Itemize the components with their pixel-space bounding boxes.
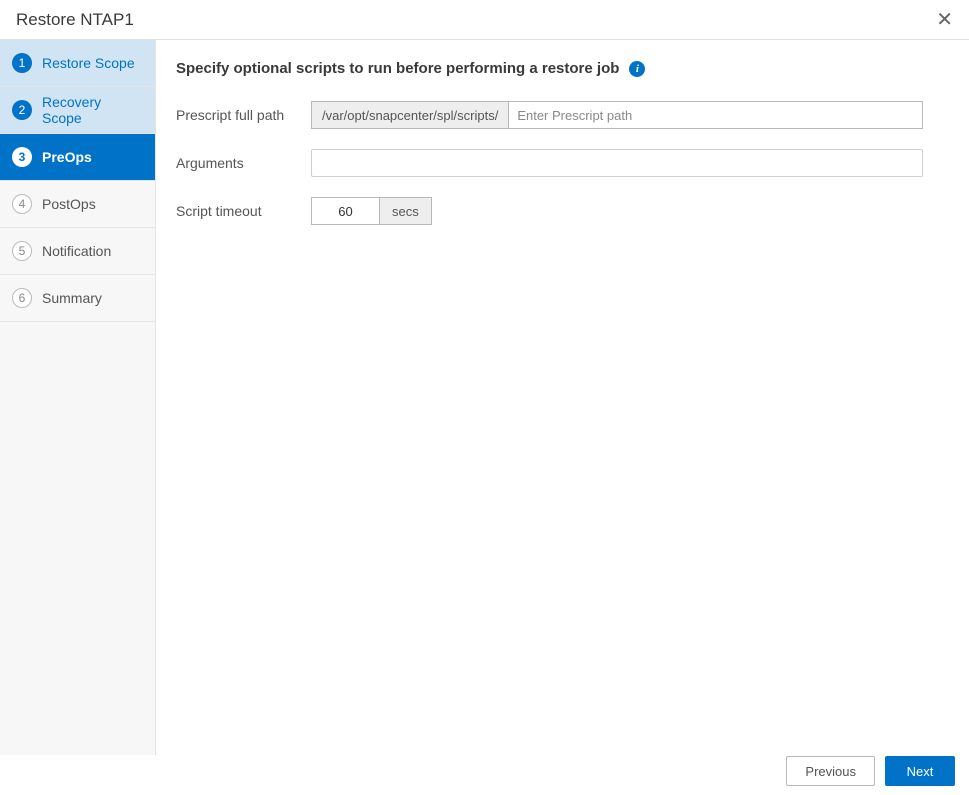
- step-label: PostOps: [42, 196, 96, 212]
- prescript-row: Prescript full path /var/opt/snapcenter/…: [176, 101, 923, 129]
- prescript-path-input[interactable]: [508, 101, 923, 129]
- step-restore-scope[interactable]: 1 Restore Scope: [0, 40, 155, 87]
- arguments-input[interactable]: [311, 149, 923, 177]
- step-preops[interactable]: 3 PreOps: [0, 134, 155, 181]
- dialog-body: 1 Restore Scope 2 Recovery Scope 3 PreOp…: [0, 40, 969, 755]
- wizard-sidebar: 1 Restore Scope 2 Recovery Scope 3 PreOp…: [0, 40, 156, 755]
- step-summary[interactable]: 6 Summary: [0, 275, 155, 322]
- prescript-label: Prescript full path: [176, 107, 311, 123]
- previous-button[interactable]: Previous: [786, 756, 875, 786]
- step-recovery-scope[interactable]: 2 Recovery Scope: [0, 87, 155, 134]
- step-postops[interactable]: 4 PostOps: [0, 181, 155, 228]
- step-number: 2: [12, 100, 32, 120]
- close-icon[interactable]: ✕: [936, 10, 953, 30]
- step-number: 6: [12, 288, 32, 308]
- step-notification[interactable]: 5 Notification: [0, 228, 155, 275]
- step-number: 4: [12, 194, 32, 214]
- dialog-footer: Previous Next: [0, 755, 969, 795]
- step-label: Notification: [42, 243, 111, 259]
- timeout-unit: secs: [379, 197, 432, 225]
- arguments-label: Arguments: [176, 155, 311, 171]
- content-heading-row: Specify optional scripts to run before p…: [176, 60, 923, 77]
- step-label: PreOps: [42, 149, 92, 165]
- step-number: 1: [12, 53, 32, 73]
- arguments-row: Arguments: [176, 149, 923, 177]
- wizard-content: Specify optional scripts to run before p…: [156, 40, 969, 755]
- timeout-input[interactable]: [311, 197, 379, 225]
- dialog-header: Restore NTAP1 ✕: [0, 0, 969, 40]
- step-number: 3: [12, 147, 32, 167]
- content-heading: Specify optional scripts to run before p…: [176, 60, 619, 77]
- prescript-prefix: /var/opt/snapcenter/spl/scripts/: [311, 101, 508, 129]
- step-label: Recovery Scope: [42, 94, 143, 126]
- dialog-title: Restore NTAP1: [16, 10, 134, 30]
- timeout-label: Script timeout: [176, 203, 311, 219]
- next-button[interactable]: Next: [885, 756, 955, 786]
- step-label: Summary: [42, 290, 102, 306]
- step-number: 5: [12, 241, 32, 261]
- timeout-row: Script timeout secs: [176, 197, 923, 225]
- step-label: Restore Scope: [42, 55, 135, 71]
- info-icon[interactable]: i: [629, 61, 645, 77]
